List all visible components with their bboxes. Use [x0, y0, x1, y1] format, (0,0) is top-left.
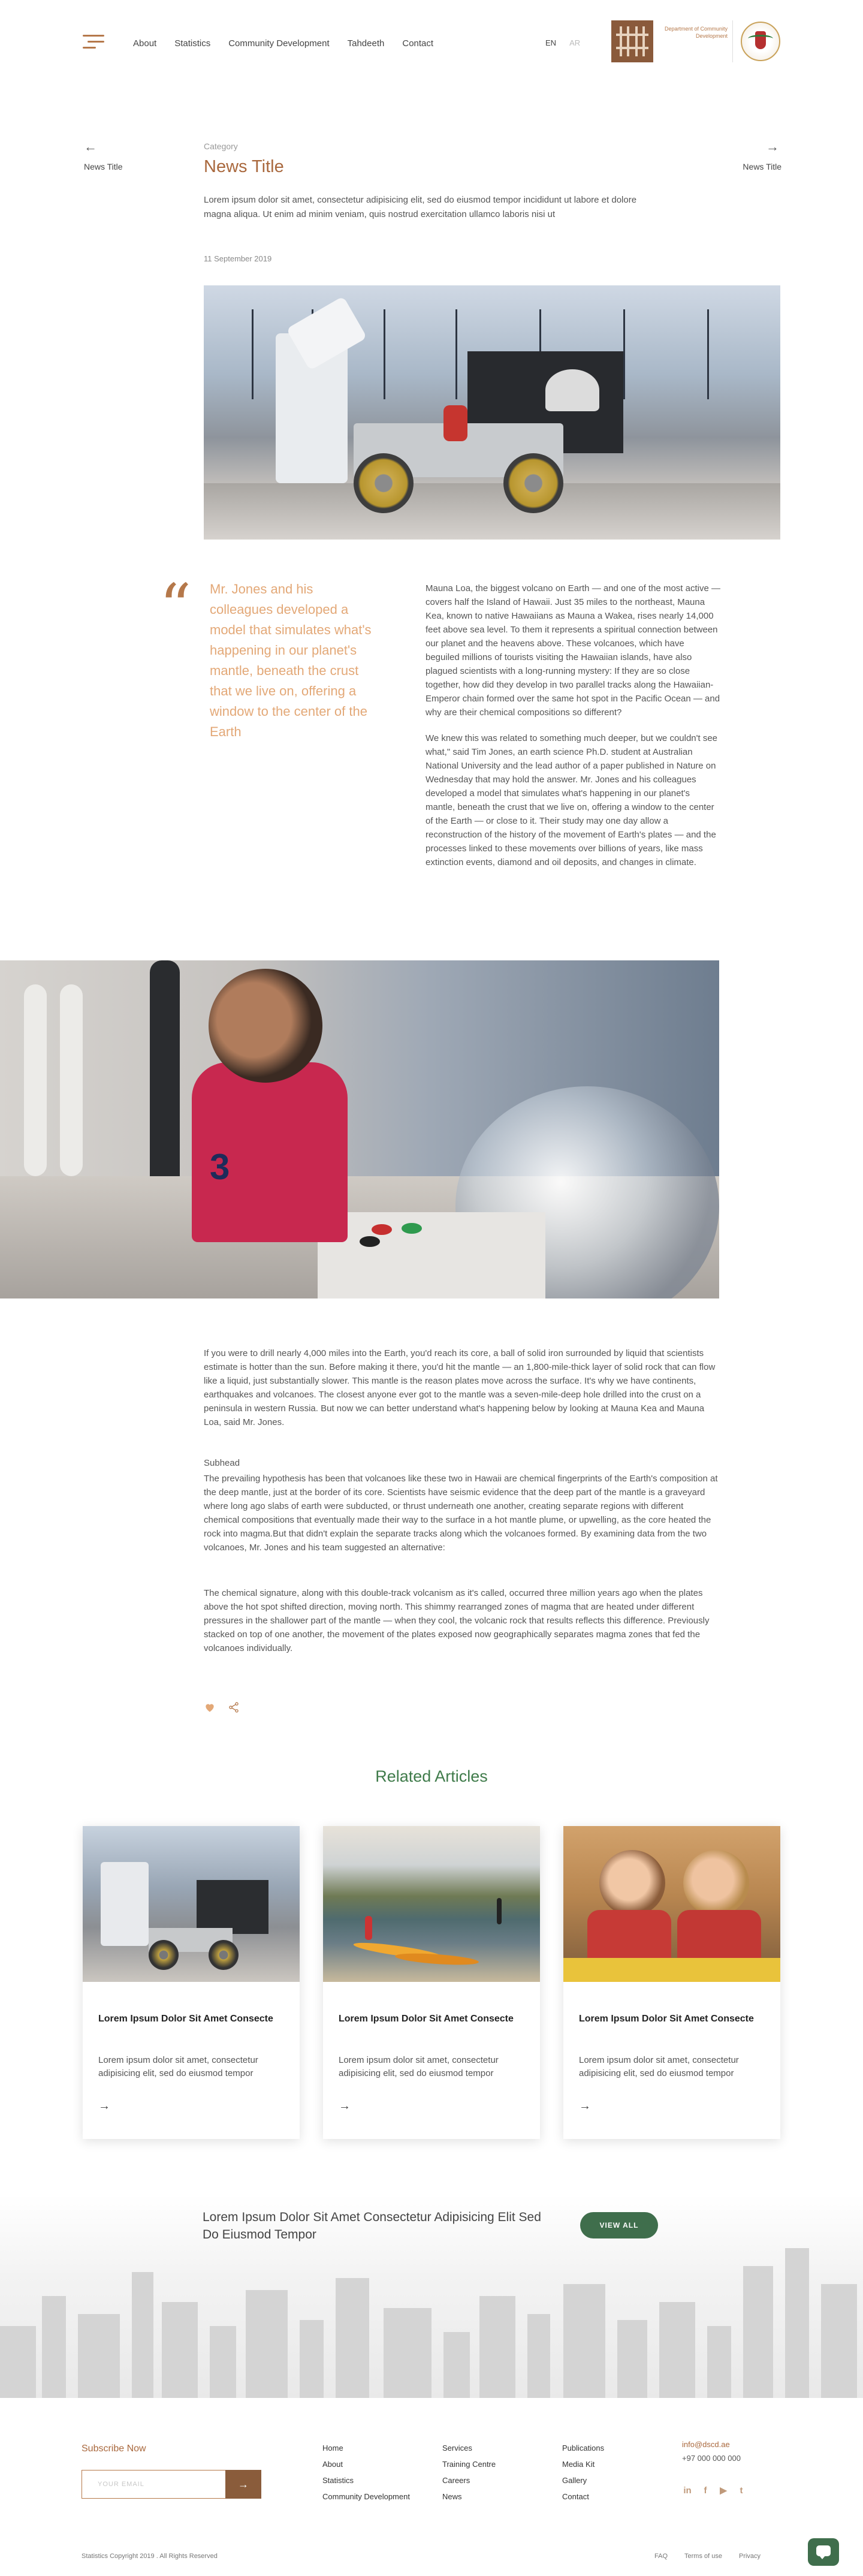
- article-inline-image: 3: [0, 960, 719, 1298]
- article-paragraph: We knew this was related to something mu…: [426, 733, 718, 867]
- footer-link-publications[interactable]: Publications: [562, 2440, 604, 2456]
- footer-link-news[interactable]: News: [442, 2488, 496, 2505]
- twitter-icon[interactable]: t: [736, 2485, 747, 2496]
- footer-link-gallery[interactable]: Gallery: [562, 2472, 604, 2488]
- subscribe-submit-button[interactable]: →: [225, 2470, 261, 2499]
- nav-contact[interactable]: Contact: [402, 38, 433, 49]
- chat-icon[interactable]: [808, 2538, 839, 2566]
- article-body-column: Mauna Loa, the biggest volcano on Earth …: [426, 582, 720, 881]
- footer-link-training[interactable]: Training Centre: [442, 2456, 496, 2472]
- copyright: Statistics Copyright 2019 . All Rights R…: [82, 2553, 218, 2560]
- footer-links-col1: Home About Statistics Community Developm…: [322, 2440, 410, 2505]
- related-card[interactable]: Lorem Ipsum Dolor Sit Amet Consecte Lore…: [563, 1826, 780, 2139]
- logo-divider: [732, 20, 733, 62]
- arrow-right-icon: →: [238, 2478, 249, 2490]
- subscribe-title: Subscribe Now: [82, 2444, 146, 2454]
- prev-article-label[interactable]: News Title: [84, 162, 123, 171]
- related-articles-title: Related Articles: [375, 1767, 488, 1785]
- card-image: [83, 1826, 300, 1982]
- nav-community-development[interactable]: Community Development: [228, 38, 329, 49]
- card-description: Lorem ipsum dolor sit amet, consectetur …: [339, 2055, 499, 2078]
- arrow-right-icon[interactable]: →: [579, 2099, 591, 2113]
- next-article-label[interactable]: News Title: [741, 162, 781, 171]
- related-card[interactable]: Lorem Ipsum Dolor Sit Amet Consecte Lore…: [323, 1826, 540, 2139]
- footer-link-community[interactable]: Community Development: [322, 2488, 410, 2505]
- lang-en[interactable]: EN: [545, 38, 556, 47]
- card-title: Lorem Ipsum Dolor Sit Amet Consecte: [339, 2014, 514, 2024]
- email-field[interactable]: [82, 2470, 225, 2499]
- footer-link-careers[interactable]: Careers: [442, 2472, 496, 2488]
- footer-link-contact[interactable]: Contact: [562, 2488, 604, 2505]
- article-hero-image: [204, 285, 780, 540]
- article-actions: [204, 1701, 240, 1713]
- quote-mark-icon: “: [159, 570, 192, 643]
- arrow-right-icon[interactable]: →: [98, 2099, 110, 2113]
- related-card[interactable]: Lorem Ipsum Dolor Sit Amet Consecte Lore…: [83, 1826, 300, 2139]
- lang-ar[interactable]: AR: [569, 38, 580, 47]
- youtube-icon[interactable]: ▶: [718, 2485, 729, 2496]
- share-icon[interactable]: [228, 1701, 240, 1713]
- footer-link-faq[interactable]: FAQ: [654, 2553, 668, 2560]
- cta-text: Lorem Ipsum Dolor Sit Amet Consectetur A…: [203, 2210, 541, 2241]
- hamburger-menu-icon[interactable]: [83, 35, 104, 49]
- arrow-left-icon[interactable]: ←: [84, 139, 97, 155]
- article-category: Category: [204, 141, 238, 151]
- contact-email[interactable]: info@dscd.ae: [682, 2440, 730, 2449]
- article-paragraph: The prevailing hypothesis has been that …: [204, 1474, 718, 1553]
- footer-link-home[interactable]: Home: [322, 2440, 410, 2456]
- government-emblem: [741, 22, 780, 61]
- nav-tahdeeth[interactable]: Tahdeeth: [348, 38, 385, 49]
- nav-statistics[interactable]: Statistics: [174, 38, 210, 49]
- article-intro: Lorem ipsum dolor sit amet, consectetur …: [204, 195, 637, 219]
- social-links: in f ▶ t: [682, 2485, 747, 2496]
- heart-icon[interactable]: [204, 1701, 216, 1713]
- article-subhead: Subhead: [204, 1458, 240, 1468]
- article-paragraph: The chemical signature, along with this …: [204, 1588, 710, 1653]
- legal-links: FAQ Terms of use Privacy: [654, 2553, 761, 2560]
- card-image: [323, 1826, 540, 1982]
- footer-link-terms[interactable]: Terms of use: [684, 2553, 722, 2560]
- card-image: [563, 1826, 780, 1982]
- main-nav: About Statistics Community Development T…: [133, 38, 433, 49]
- language-switcher: EN AR: [545, 38, 580, 47]
- footer-links-col2: Services Training Centre Careers News: [442, 2440, 496, 2505]
- article-paragraph: If you were to drill nearly 4,000 miles …: [204, 1348, 716, 1427]
- pull-quote: Mr. Jones and his colleagues developed a…: [210, 582, 372, 739]
- arrow-right-icon[interactable]: →: [339, 2099, 351, 2113]
- footer-link-about[interactable]: About: [322, 2456, 410, 2472]
- nav-about[interactable]: About: [133, 38, 156, 49]
- contact-phone: +97 000 000 000: [682, 2454, 741, 2463]
- footer-links-col3: Publications Media Kit Gallery Contact: [562, 2440, 604, 2505]
- card-title: Lorem Ipsum Dolor Sit Amet Consecte: [579, 2014, 754, 2024]
- arrow-right-icon[interactable]: →: [766, 139, 779, 155]
- site-header: About Statistics Community Development T…: [0, 0, 863, 90]
- footer-link-services[interactable]: Services: [442, 2440, 496, 2456]
- article-paragraph: Mauna Loa, the biggest volcano on Earth …: [426, 583, 720, 718]
- footer-link-statistics[interactable]: Statistics: [322, 2472, 410, 2488]
- footer-link-privacy[interactable]: Privacy: [739, 2553, 761, 2560]
- footer-link-media-kit[interactable]: Media Kit: [562, 2456, 604, 2472]
- card-description: Lorem ipsum dolor sit amet, consectetur …: [98, 2055, 258, 2078]
- facebook-icon[interactable]: f: [700, 2485, 711, 2496]
- department-logo[interactable]: [611, 20, 653, 62]
- view-all-button[interactable]: VIEW ALL: [580, 2212, 658, 2238]
- card-description: Lorem ipsum dolor sit amet, consectetur …: [579, 2055, 739, 2078]
- linkedin-icon[interactable]: in: [682, 2485, 693, 2496]
- article-date: 11 September 2019: [204, 254, 272, 263]
- card-title: Lorem Ipsum Dolor Sit Amet Consecte: [98, 2014, 273, 2024]
- department-name: Department of Community Development: [664, 26, 728, 39]
- article-title: News Title: [204, 157, 284, 176]
